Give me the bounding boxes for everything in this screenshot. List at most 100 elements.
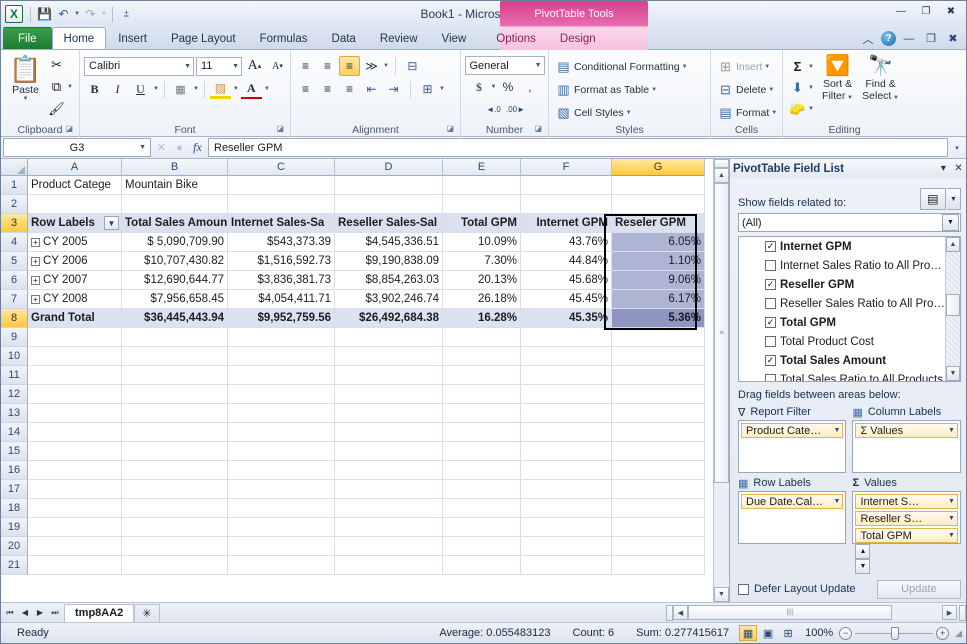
undo-dropdown-icon[interactable]: ▼	[74, 11, 80, 17]
checkbox-checked-icon[interactable]: ✓	[765, 241, 776, 252]
pane-close-icon[interactable]: ✕	[951, 161, 966, 176]
number-dialog-launcher-icon[interactable]: ◪	[534, 124, 542, 133]
save-icon[interactable]: 💾	[36, 6, 53, 23]
cell-a18[interactable]	[28, 499, 122, 518]
zoom-in-icon[interactable]: +	[936, 627, 949, 640]
pill-dropdown-icon[interactable]: ▼	[831, 498, 841, 505]
find-select-dropdown-icon[interactable]: ▼	[891, 95, 899, 101]
scope-select[interactable]: (All) ▼	[738, 213, 961, 232]
fill-dropdown-icon[interactable]: ▼	[808, 85, 814, 91]
row-header-20[interactable]: 20	[1, 537, 28, 556]
zoom-level[interactable]: 100%	[805, 627, 839, 639]
cell-d19[interactable]	[335, 518, 443, 537]
cell-b6[interactable]: $12,690,644.77	[122, 271, 228, 290]
pill-dropdown-icon[interactable]: ▼	[945, 515, 955, 522]
cell-c9[interactable]	[228, 328, 335, 347]
grow-font-icon[interactable]: A▴	[244, 56, 265, 76]
font-family-combo[interactable]: Calibri ▼	[84, 57, 194, 76]
align-middle-icon[interactable]: ≡	[317, 56, 338, 76]
number-format-dropdown-icon[interactable]: ▼	[532, 62, 542, 69]
cell-f11[interactable]	[521, 366, 612, 385]
horizontal-split-handle[interactable]	[959, 605, 966, 621]
cell-f9[interactable]	[521, 328, 612, 347]
field-list-scrollbar[interactable]: ▲ ▼	[945, 237, 960, 381]
clear-button[interactable]: 🧽 ▼	[787, 98, 816, 119]
cell-a5[interactable]: + CY 2006	[28, 252, 122, 271]
cell-d14[interactable]	[335, 423, 443, 442]
formula-input[interactable]: Reseller GPM	[208, 138, 948, 157]
format-painter-button[interactable]: 🖌	[46, 98, 75, 119]
cell-d9[interactable]	[335, 328, 443, 347]
pill-internet-sales[interactable]: Internet S… ▼	[855, 494, 957, 509]
cell-e15[interactable]	[443, 442, 521, 461]
cell-g12[interactable]	[612, 385, 705, 404]
cell-a11[interactable]	[28, 366, 122, 385]
align-bottom-icon[interactable]: ≡	[339, 56, 360, 76]
cell-d2[interactable]	[335, 195, 443, 214]
font-color-icon[interactable]: A	[241, 79, 262, 99]
cube-dropdown-icon[interactable]: ▼	[947, 188, 961, 210]
bold-icon[interactable]: B	[84, 79, 105, 99]
cell-a17[interactable]	[28, 480, 122, 499]
checkbox-checked-icon[interactable]: ✓	[765, 317, 776, 328]
doc-minimize-icon[interactable]: —	[900, 30, 918, 47]
cell-a20[interactable]	[28, 537, 122, 556]
cell-c16[interactable]	[228, 461, 335, 480]
vertical-scroll-track[interactable]	[714, 483, 729, 587]
cell-g21[interactable]	[612, 556, 705, 575]
cell-g1[interactable]	[612, 176, 705, 195]
cell-c21[interactable]	[228, 556, 335, 575]
autosum-button[interactable]: Σ ▼	[787, 56, 816, 77]
decrease-indent-icon[interactable]: ⇤	[361, 79, 382, 99]
cell-c19[interactable]	[228, 518, 335, 537]
cell-b16[interactable]	[122, 461, 228, 480]
list-item[interactable]: ✓ Reseller GPM	[741, 275, 945, 294]
help-icon[interactable]: ?	[881, 31, 896, 46]
cell-c7[interactable]: $4,054,411.71	[228, 290, 335, 309]
cell-f8[interactable]: 45.35%	[521, 309, 612, 328]
cell-b13[interactable]	[122, 404, 228, 423]
tab-formulas[interactable]: Formulas	[248, 28, 320, 49]
cell-b7[interactable]: $7,956,658.45	[122, 290, 228, 309]
cell-a4[interactable]: + CY 2005	[28, 233, 122, 252]
cell-d17[interactable]	[335, 480, 443, 499]
checkbox-checked-icon[interactable]: ✓	[765, 279, 776, 290]
align-right-icon[interactable]: ≡	[339, 79, 360, 99]
list-item[interactable]: Internet Sales Ratio to All Pro…	[741, 256, 945, 275]
cell-e16[interactable]	[443, 461, 521, 480]
row-header-17[interactable]: 17	[1, 480, 28, 499]
paste-button[interactable]: 📋 Paste ▼	[5, 53, 46, 102]
pill-values[interactable]: Σ Values ▼	[855, 423, 957, 438]
copy-button[interactable]: ⧉ ▼	[46, 76, 75, 97]
decrease-decimal-icon[interactable]: .00►	[505, 99, 526, 119]
clipboard-dialog-launcher-icon[interactable]: ◪	[65, 124, 73, 133]
horizontal-split-box[interactable]	[666, 605, 673, 621]
cell-g10[interactable]	[612, 347, 705, 366]
cell-f3[interactable]: Internet GPM	[521, 214, 612, 233]
cell-a13[interactable]	[28, 404, 122, 423]
checkbox-checked-icon[interactable]: ✓	[765, 355, 776, 366]
undo-icon[interactable]: ↶	[55, 6, 72, 23]
cell-e7[interactable]: 26.18%	[443, 290, 521, 309]
cell-e2[interactable]	[443, 195, 521, 214]
cell-c18[interactable]	[228, 499, 335, 518]
first-sheet-icon[interactable]: ⏮	[3, 605, 17, 621]
merge-dropdown-icon[interactable]: ▼	[439, 86, 445, 92]
cell-e10[interactable]	[443, 347, 521, 366]
cell-c13[interactable]	[228, 404, 335, 423]
cell-b18[interactable]	[122, 499, 228, 518]
cell-a19[interactable]	[28, 518, 122, 537]
cell-b12[interactable]	[122, 385, 228, 404]
row-header-4[interactable]: 4	[1, 233, 28, 252]
font-color-dropdown-icon[interactable]: ▼	[264, 86, 270, 92]
cell-d6[interactable]: $8,854,263.03	[335, 271, 443, 290]
horizontal-scroll-thumb[interactable]: ||||	[688, 605, 892, 620]
cell-c15[interactable]	[228, 442, 335, 461]
cell-g6[interactable]: 9.06%	[612, 271, 705, 290]
next-sheet-icon[interactable]: ▶	[33, 605, 47, 621]
cell-f12[interactable]	[521, 385, 612, 404]
tab-design[interactable]: Design	[548, 28, 608, 49]
cell-f2[interactable]	[521, 195, 612, 214]
clear-dropdown-icon[interactable]: ▼	[808, 106, 814, 112]
delete-dropdown-icon[interactable]: ▼	[768, 87, 774, 93]
